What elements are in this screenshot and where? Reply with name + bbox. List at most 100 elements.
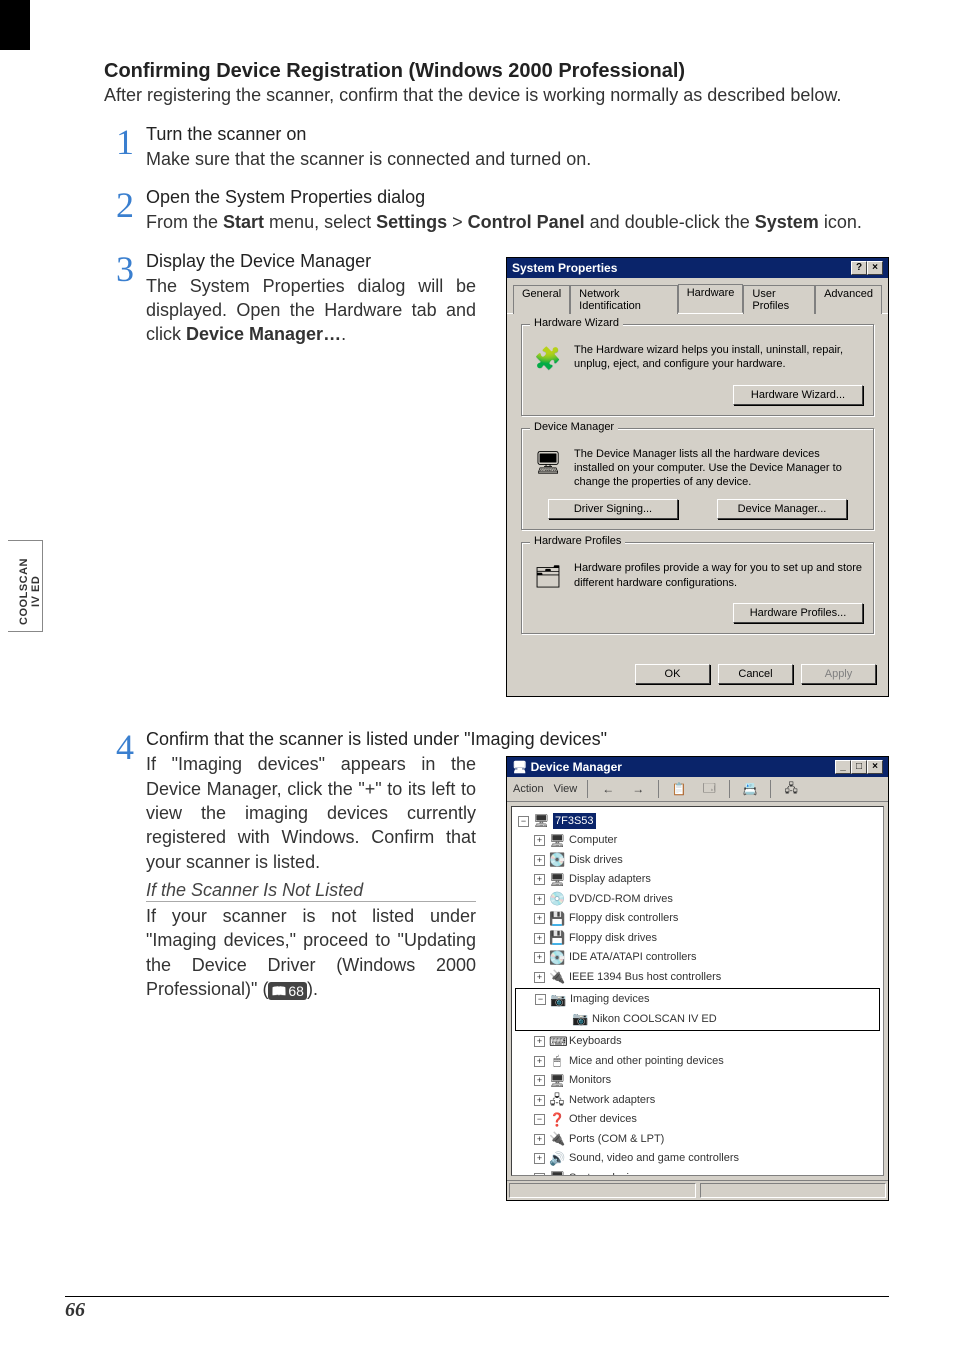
- step-number: 1: [104, 124, 146, 160]
- step-3: 3 Display the Device Manager The System …: [104, 251, 889, 698]
- tree-root[interactable]: − 🖥 7F3S53: [518, 811, 877, 831]
- tree-item[interactable]: +🖥Display adapters: [518, 870, 877, 890]
- maximize-icon[interactable]: □: [851, 760, 867, 774]
- minimize-icon[interactable]: _: [835, 760, 851, 774]
- expand-icon[interactable]: +: [534, 1036, 545, 1047]
- tab-hardware[interactable]: Hardware: [678, 284, 744, 313]
- expand-icon[interactable]: +: [534, 894, 545, 905]
- menu-view[interactable]: View: [554, 783, 578, 795]
- tree-item-scanner[interactable]: 📷 Nikon COOLSCAN IV ED: [519, 1009, 876, 1029]
- device-manager-button[interactable]: Device Manager...: [717, 499, 847, 519]
- close-icon[interactable]: ×: [867, 261, 883, 275]
- toolbar-icon[interactable]: 🗔: [699, 780, 719, 798]
- device-icon: 🖥: [549, 831, 565, 851]
- tree-item[interactable]: +🔊Sound, video and game controllers: [518, 1149, 877, 1169]
- tree-item[interactable]: +🔌Ports (COM & LPT): [518, 1129, 877, 1149]
- tree-item[interactable]: + 💾Floppy disk drives: [518, 928, 877, 948]
- page-number: 66: [65, 1299, 889, 1322]
- tab-network[interactable]: Network Identification: [570, 285, 678, 314]
- hardware-profiles-button[interactable]: Hardware Profiles...: [733, 603, 863, 623]
- imaging-icon: 📷: [550, 990, 566, 1010]
- note-text: If your scanner is not listed under "Ima…: [146, 904, 476, 1001]
- expand-icon[interactable]: +: [534, 855, 545, 866]
- device-icon: 💽: [549, 948, 565, 968]
- expand-icon[interactable]: +: [534, 913, 545, 924]
- tree-item[interactable]: +🖱Mice and other pointing devices: [518, 1051, 877, 1071]
- close-icon[interactable]: ×: [867, 760, 883, 774]
- tree-label: Keyboards: [569, 1033, 622, 1050]
- tree-item[interactable]: +🖧Network adapters: [518, 1090, 877, 1110]
- tree-label: Nikon COOLSCAN IV ED: [592, 1011, 717, 1028]
- expand-icon[interactable]: +: [534, 952, 545, 963]
- page-footer: 66: [65, 1296, 889, 1322]
- tab-advanced[interactable]: Advanced: [815, 285, 882, 314]
- expand-icon[interactable]: +: [534, 1153, 545, 1164]
- collapse-icon[interactable]: −: [518, 816, 529, 827]
- device-icon: 🖱: [549, 1051, 565, 1071]
- tab-userprofiles[interactable]: User Profiles: [743, 285, 815, 314]
- group-title: Device Manager: [530, 421, 618, 433]
- hardware-profiles-group: Hardware Profiles 🗂 Hardware profiles pr…: [521, 542, 874, 634]
- window-title: 🖥 Device Manager: [512, 760, 622, 774]
- side-tab: COOLSCAN IV ED: [18, 558, 42, 625]
- step-number: 4: [104, 729, 146, 765]
- tree-item[interactable]: +💽IDE ATA/ATAPI controllers: [518, 948, 877, 968]
- tree-item[interactable]: +💾Floppy disk controllers: [518, 909, 877, 929]
- expand-icon[interactable]: +: [534, 1095, 545, 1106]
- separator: [770, 780, 771, 798]
- tree-item[interactable]: + 💽Disk drives: [518, 850, 877, 870]
- device-manager-icon: 🖥: [532, 447, 564, 479]
- step-text: The System Properties dialog will be dis…: [146, 274, 476, 347]
- step-title: Turn the scanner on: [146, 124, 889, 145]
- driver-signing-button[interactable]: Driver Signing...: [548, 499, 678, 519]
- tab-general[interactable]: General: [513, 285, 570, 314]
- expand-icon[interactable]: +: [534, 874, 545, 885]
- forward-icon[interactable]: →: [628, 780, 648, 798]
- tree-label: Disk drives: [569, 852, 623, 869]
- back-icon[interactable]: ←: [598, 780, 618, 798]
- expand-icon[interactable]: +: [534, 1134, 545, 1145]
- ok-button[interactable]: OK: [635, 664, 710, 684]
- apply-button[interactable]: Apply: [801, 664, 876, 684]
- tab-strip: General Network Identification Hardware …: [507, 278, 888, 314]
- step-title: Confirm that the scanner is listed under…: [146, 729, 889, 750]
- tree-item[interactable]: +🖥System devices: [518, 1168, 877, 1176]
- menu-action[interactable]: Action: [513, 783, 544, 795]
- expand-icon[interactable]: +: [534, 972, 545, 983]
- properties-icon[interactable]: 📇: [740, 780, 760, 798]
- device-icon: 🔊: [549, 1149, 565, 1169]
- device-manager-group: Device Manager 🖥 The Device Manager list…: [521, 428, 874, 531]
- tree-item-imaging[interactable]: − 📷 Imaging devices: [519, 990, 876, 1010]
- tree-label: Floppy disk drives: [569, 930, 657, 947]
- tree-item[interactable]: +🖥Computer: [518, 831, 877, 851]
- tree-item[interactable]: +🖥Monitors: [518, 1071, 877, 1091]
- tree-item[interactable]: +💿DVD/CD-ROM drives: [518, 889, 877, 909]
- expand-icon[interactable]: +: [534, 835, 545, 846]
- device-icon: 🔌: [549, 967, 565, 987]
- tree-item[interactable]: +🔌IEEE 1394 Bus host controllers: [518, 967, 877, 987]
- expand-icon[interactable]: −: [534, 1114, 545, 1125]
- device-icon: 💽: [549, 850, 565, 870]
- tree-item[interactable]: −❓Other devices: [518, 1110, 877, 1130]
- device-icon: ⌨: [549, 1032, 565, 1052]
- expand-icon[interactable]: +: [534, 933, 545, 944]
- expand-icon[interactable]: +: [534, 1173, 545, 1177]
- collapse-icon[interactable]: −: [535, 994, 546, 1005]
- expand-icon[interactable]: +: [534, 1056, 545, 1067]
- toolbar-icon[interactable]: 🖧: [781, 780, 801, 798]
- note-title: If the Scanner Is Not Listed: [146, 880, 476, 902]
- tree-item[interactable]: + ⌨Keyboards: [518, 1032, 877, 1052]
- step-title: Open the System Properties dialog: [146, 187, 889, 208]
- cancel-button[interactable]: Cancel: [718, 664, 793, 684]
- device-tree[interactable]: − 🖥 7F3S53 +🖥Computer+💽Disk drives+🖥Disp…: [511, 806, 884, 1176]
- device-icon: 🖧: [549, 1090, 565, 1110]
- device-icon: 💿: [549, 889, 565, 909]
- device-icon: 🖥: [549, 1071, 565, 1091]
- hardware-wizard-button[interactable]: Hardware Wizard...: [733, 385, 863, 405]
- device-manager-window: 🖥 Device Manager _ □ × Action View ←: [506, 756, 889, 1201]
- device-icon: 💾: [549, 928, 565, 948]
- help-icon[interactable]: ?: [851, 261, 867, 275]
- step-title: Display the Device Manager: [146, 251, 476, 272]
- toolbar-icon[interactable]: 📋: [669, 780, 689, 798]
- expand-icon[interactable]: +: [534, 1075, 545, 1086]
